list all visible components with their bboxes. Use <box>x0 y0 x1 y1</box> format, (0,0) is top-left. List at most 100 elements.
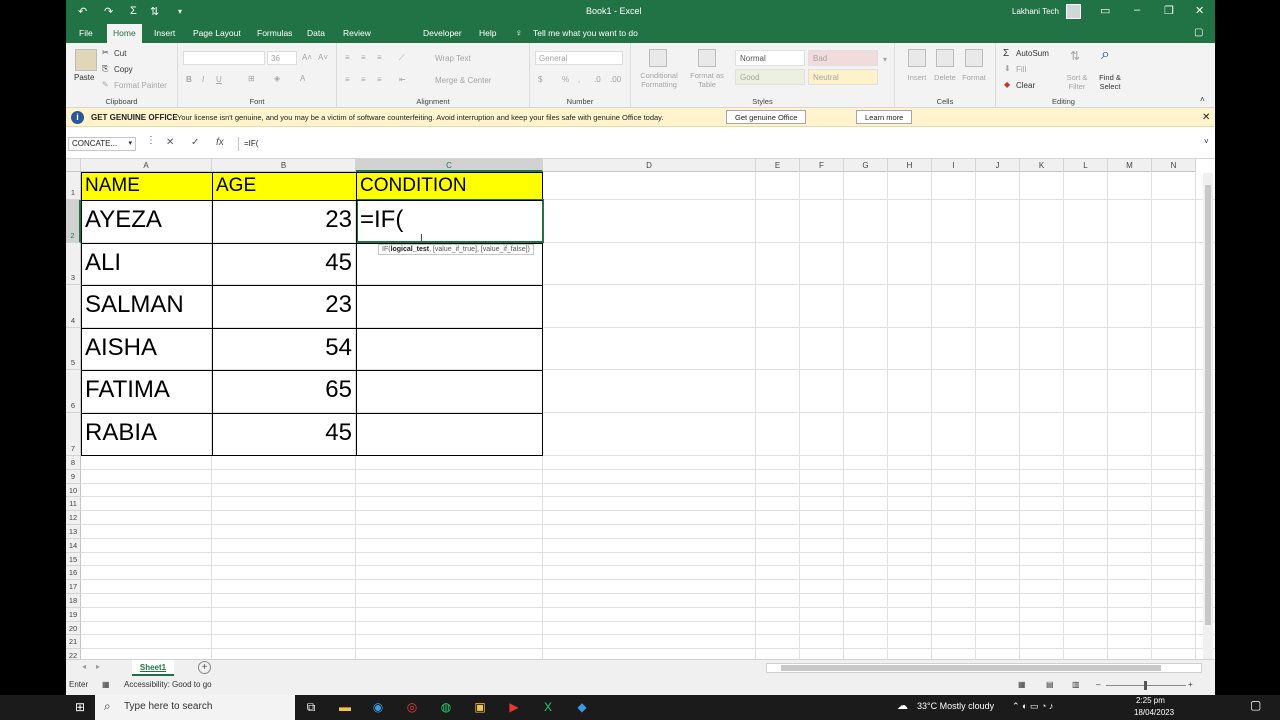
enter-icon[interactable]: ✓ <box>191 137 199 148</box>
prev-sheet-icon[interactable]: ◂ <box>82 662 86 671</box>
column-header-l[interactable]: L <box>1064 159 1108 172</box>
row-header-12[interactable]: 12 <box>66 511 81 525</box>
indent-icon[interactable]: ⇤ <box>399 75 406 84</box>
comments-icon[interactable]: ▢ <box>1194 27 1203 38</box>
bold-icon[interactable]: B <box>186 75 192 84</box>
column-header-g[interactable]: G <box>844 159 888 172</box>
align-bottom-icon[interactable]: ≡ <box>377 53 382 62</box>
percent-icon[interactable]: % <box>562 75 569 84</box>
file-explorer-icon[interactable]: ▬ <box>337 700 353 715</box>
insert-cells-icon[interactable] <box>908 49 926 67</box>
horizontal-scroll-thumb[interactable] <box>781 665 1161 671</box>
collapse-ribbon-icon[interactable]: ˄ <box>1200 95 1205 104</box>
tell-me-search[interactable]: Tell me what you want to do <box>533 24 638 43</box>
tab-file[interactable]: File <box>73 24 99 43</box>
tray-icons[interactable]: ⌃ ◐ ▭ ◔ ♪ <box>1012 701 1053 712</box>
page-layout-view-icon[interactable]: ▤ <box>1046 680 1054 689</box>
autosum-qa-icon[interactable]: Σ <box>130 5 137 17</box>
zoom-out-icon[interactable]: – <box>1096 680 1100 689</box>
shrink-font-icon[interactable]: A˅ <box>318 53 328 62</box>
row-header-19[interactable]: 19 <box>66 607 81 622</box>
customize-qa-icon[interactable]: ▾ <box>178 7 182 16</box>
paste-button[interactable]: Paste <box>74 73 94 82</box>
formula-input[interactable]: =IF( <box>238 137 1212 151</box>
insert-function-icon[interactable]: fx <box>216 137 224 148</box>
clear-button[interactable]: Clear <box>1016 81 1035 90</box>
excel-taskbar-icon[interactable]: X <box>540 700 556 715</box>
merge-center-button[interactable]: Merge & Center <box>435 76 491 85</box>
align-left-icon[interactable]: ≡ <box>345 75 350 84</box>
row-header-1[interactable]: 1 <box>66 172 81 200</box>
column-header-m[interactable]: M <box>1108 159 1152 172</box>
format-painter-button[interactable]: Format Painter <box>114 81 167 90</box>
cut-button[interactable]: Cut <box>114 49 126 58</box>
whatsapp-icon[interactable]: ◍ <box>438 700 454 715</box>
horizontal-scrollbar[interactable] <box>766 663 1202 673</box>
fill-icon[interactable]: ⬇ <box>1004 64 1011 73</box>
align-right-icon[interactable]: ≡ <box>377 75 382 84</box>
page-break-view-icon[interactable]: ▥ <box>1072 680 1080 689</box>
font-color-icon[interactable]: A <box>300 74 305 83</box>
recorder-icon[interactable]: ▶ <box>506 700 522 715</box>
delete-cells-icon[interactable] <box>936 49 954 67</box>
cancel-icon[interactable]: ✕ <box>166 137 174 148</box>
accessibility-status[interactable]: Accessibility: Good to go <box>124 680 212 689</box>
tab-review[interactable]: Review <box>337 24 377 43</box>
column-header-b[interactable]: B <box>212 159 356 172</box>
next-sheet-icon[interactable]: ▸ <box>96 662 100 671</box>
grow-font-icon[interactable]: A˄ <box>302 53 312 62</box>
edge-icon[interactable]: ◉ <box>370 700 386 715</box>
currency-icon[interactable]: $ <box>538 75 542 84</box>
row-header-18[interactable]: 18 <box>66 594 81 608</box>
row-header-8[interactable]: 8 <box>66 456 81 470</box>
clock-time[interactable]: 2:25 pm <box>1136 696 1165 705</box>
fill-button[interactable]: Fill <box>1016 65 1026 74</box>
column-header-f[interactable]: F <box>800 159 844 172</box>
copy-icon[interactable]: ⎘ <box>102 64 108 74</box>
format-cells-icon[interactable] <box>965 49 983 67</box>
autosum-icon[interactable]: Σ <box>1003 48 1009 59</box>
redo-icon[interactable]: ↷ <box>104 5 113 18</box>
column-header-e[interactable]: E <box>756 159 800 172</box>
row-header-7[interactable]: 7 <box>66 413 81 456</box>
chevron-down-icon[interactable]: ▾ <box>128 138 132 150</box>
undo-icon[interactable]: ↶ <box>78 5 87 18</box>
tab-help[interactable]: Help <box>473 24 502 43</box>
styles-more-icon[interactable]: ▾ <box>883 55 887 64</box>
row-header-11[interactable]: 11 <box>66 497 81 512</box>
worksheet-grid[interactable]: ABCDEFGHIJKLMN 1 2 3 4 5 6 7 8 9 10 11 12 13 14 15 16 17… <box>66 159 1215 659</box>
align-middle-icon[interactable]: ≡ <box>361 53 366 62</box>
wrap-text-button[interactable]: Wrap Text <box>435 54 471 63</box>
chrome-icon[interactable]: ◎ <box>404 700 420 715</box>
copy-button[interactable]: Copy <box>114 65 133 74</box>
maximize-icon[interactable]: ❐ <box>1164 4 1174 17</box>
get-genuine-office-button[interactable]: Get genuine Office <box>726 110 807 124</box>
tab-developer[interactable]: Developer <box>417 24 468 43</box>
tab-home[interactable]: Home <box>107 24 142 43</box>
row-header-4[interactable]: 4 <box>66 285 81 328</box>
tab-page-layout[interactable]: Page Layout <box>187 24 247 43</box>
taskbar-search[interactable]: ⌕ Type here to search <box>95 695 295 720</box>
row-header-20[interactable]: 20 <box>66 621 81 636</box>
row-header-2[interactable]: 2 <box>66 200 81 243</box>
find-select-icon[interactable]: ⌕ <box>1101 46 1110 64</box>
orientation-icon[interactable]: ⟋ <box>399 53 405 63</box>
sort-qa-icon[interactable]: ⇅ <box>150 5 159 18</box>
clock-date[interactable]: 18/04/2023 <box>1134 708 1174 717</box>
row-header-3[interactable]: 3 <box>66 243 81 285</box>
format-cells-button[interactable]: Format <box>958 73 990 82</box>
style-good[interactable]: Good <box>735 69 805 85</box>
row-header-14[interactable]: 14 <box>66 538 81 553</box>
decrease-decimal-icon[interactable]: .00 <box>610 75 621 84</box>
format-painter-icon[interactable]: ✎ <box>102 80 109 89</box>
learn-more-button[interactable]: Learn more <box>856 110 913 124</box>
vertical-scroll-thumb[interactable] <box>1205 185 1211 625</box>
column-header-j[interactable]: J <box>976 159 1020 172</box>
select-all-corner[interactable] <box>66 159 81 172</box>
font-name-select[interactable] <box>183 51 265 65</box>
style-bad[interactable]: Bad <box>808 50 878 66</box>
conditional-formatting-button[interactable]: Conditional Formatting <box>637 71 681 89</box>
app-taskbar-icon[interactable]: ◆ <box>574 700 590 715</box>
style-neutral[interactable]: Neutral <box>808 69 878 85</box>
style-normal[interactable]: Normal <box>735 50 805 66</box>
